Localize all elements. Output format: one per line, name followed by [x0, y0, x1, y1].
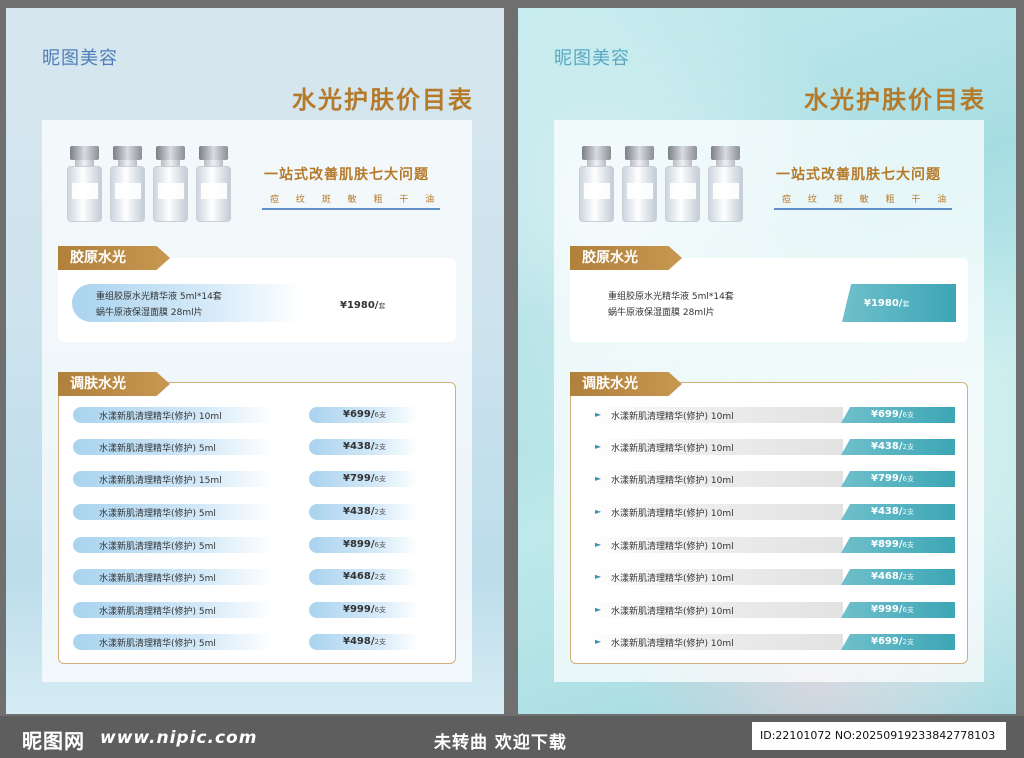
price-poster-right: 昵图美容 水光护肤价目表 一站式改善肌肤七大问题 痘 纹 斑 敏 粗 干 油 胶… — [518, 8, 1016, 714]
collagen-price: ¥1980/套 — [340, 300, 386, 311]
collagen-price: ¥1980/套 — [864, 298, 910, 309]
vials-image — [578, 146, 744, 222]
price-row: 水漾新肌清理精华(修护) 5ml ¥899/6支 — [73, 537, 445, 553]
price-row: ► 水漾新肌清理精华(修护) 10ml ¥899/6支 — [585, 537, 957, 553]
price-row: 水漾新肌清理精华(修护) 15ml ¥799/6支 — [73, 471, 445, 487]
effects-list: 痘 纹 斑 敏 粗 干 油 — [782, 195, 954, 205]
vial-icon — [707, 146, 744, 222]
price-row: ► 水漾新肌清理精华(修护) 10ml ¥438/2支 — [585, 439, 957, 455]
effects-list: 痘 纹 斑 敏 粗 干 油 — [270, 195, 442, 205]
price-row: ► 水漾新肌清理精华(修护) 10ml ¥468/2支 — [585, 569, 957, 585]
triangle-right-icon: ► — [595, 410, 602, 419]
price-row: 水漾新肌清理精华(修护) 5ml ¥468/2支 — [73, 569, 445, 585]
collagen-item-2: 蜗牛原液保湿面膜 28ml片 — [96, 308, 203, 318]
slogan: 一站式改善肌肤七大问题 — [776, 167, 941, 183]
section-tag-adjust: 调肤水光 — [58, 372, 170, 396]
divider — [262, 208, 440, 210]
adjust-box: ► 水漾新肌清理精华(修护) 10ml ¥699/6支 ► 水漾新肌清理精华(修护) … — [570, 382, 968, 664]
site-url[interactable]: www.nipic.com — [100, 728, 257, 748]
vial-icon — [578, 146, 615, 222]
slogan: 一站式改善肌肤七大问题 — [264, 167, 429, 183]
vial-icon — [66, 146, 103, 222]
brand-name: 昵图美容 — [42, 48, 118, 69]
collagen-box: 重组胶原水光精华液 5ml*14套 蜗牛原液保湿面膜 28ml片 ¥1980/套 — [570, 258, 968, 342]
collagen-item-1: 重组胶原水光精华液 5ml*14套 — [608, 292, 734, 302]
price-card: 一站式改善肌肤七大问题 痘 纹 斑 敏 粗 干 油 胶原水光 重组胶原水光精华液… — [42, 120, 472, 682]
brand-name: 昵图美容 — [554, 48, 630, 69]
section-tag-adjust: 调肤水光 — [570, 372, 682, 396]
triangle-right-icon: ► — [595, 474, 602, 483]
collagen-item-2: 蜗牛原液保湿面膜 28ml片 — [608, 308, 715, 318]
price-row: ► 水漾新肌清理精华(修护) 10ml ¥999/6支 — [585, 602, 957, 618]
price-card: 一站式改善肌肤七大问题 痘 纹 斑 敏 粗 干 油 胶原水光 重组胶原水光精华液… — [554, 120, 984, 682]
vials-image — [66, 146, 232, 222]
vial-icon — [109, 146, 146, 222]
price-row: 水漾新肌清理精华(修护) 5ml ¥498/2支 — [73, 634, 445, 650]
divider — [774, 208, 952, 210]
vial-icon — [621, 146, 658, 222]
footer-bar: 昵图网 www.nipic.com 未转曲 欢迎下载 ID:22101072 N… — [0, 716, 1024, 758]
price-poster-left: 昵图美容 水光护肤价目表 一站式改善肌肤七大问题 痘 纹 斑 敏 粗 干 油 胶… — [6, 8, 504, 714]
triangle-right-icon: ► — [595, 572, 602, 581]
site-logo: 昵图网 — [22, 729, 85, 753]
price-row: 水漾新肌清理精华(修护) 5ml ¥999/6支 — [73, 602, 445, 618]
section-tag-collagen: 胶原水光 — [58, 246, 170, 270]
collagen-box: 重组胶原水光精华液 5ml*14套 蜗牛原液保湿面膜 28ml片 ¥1980/套 — [58, 258, 456, 342]
price-row: 水漾新肌清理精华(修护) 10ml ¥699/6支 — [73, 407, 445, 423]
vial-icon — [195, 146, 232, 222]
price-row: ► 水漾新肌清理精华(修护) 10ml ¥438/2支 — [585, 504, 957, 520]
vial-icon — [664, 146, 701, 222]
triangle-right-icon: ► — [595, 637, 602, 646]
price-row: 水漾新肌清理精华(修护) 5ml ¥438/2支 — [73, 504, 445, 520]
section-tag-collagen: 胶原水光 — [570, 246, 682, 270]
poster-title: 水光护肤价目表 — [804, 86, 986, 114]
price-row: ► 水漾新肌清理精华(修护) 10ml ¥799/6支 — [585, 471, 957, 487]
triangle-right-icon: ► — [595, 540, 602, 549]
poster-title: 水光护肤价目表 — [292, 86, 474, 114]
price-row: ► 水漾新肌清理精华(修护) 10ml ¥699/2支 — [585, 634, 957, 650]
triangle-right-icon: ► — [595, 605, 602, 614]
triangle-right-icon: ► — [595, 507, 602, 516]
adjust-box: 水漾新肌清理精华(修护) 10ml ¥699/6支 水漾新肌清理精华(修护) 5m… — [58, 382, 456, 664]
price-row: ► 水漾新肌清理精华(修护) 10ml ¥699/6支 — [585, 407, 957, 423]
triangle-right-icon: ► — [595, 442, 602, 451]
price-row: 水漾新肌清理精华(修护) 5ml ¥438/2支 — [73, 439, 445, 455]
download-notice: 未转曲 欢迎下载 — [434, 733, 567, 753]
image-id: ID:22101072 NO:20250919233842778103 — [752, 722, 1006, 750]
collagen-item-1: 重组胶原水光精华液 5ml*14套 — [96, 292, 222, 302]
vial-icon — [152, 146, 189, 222]
